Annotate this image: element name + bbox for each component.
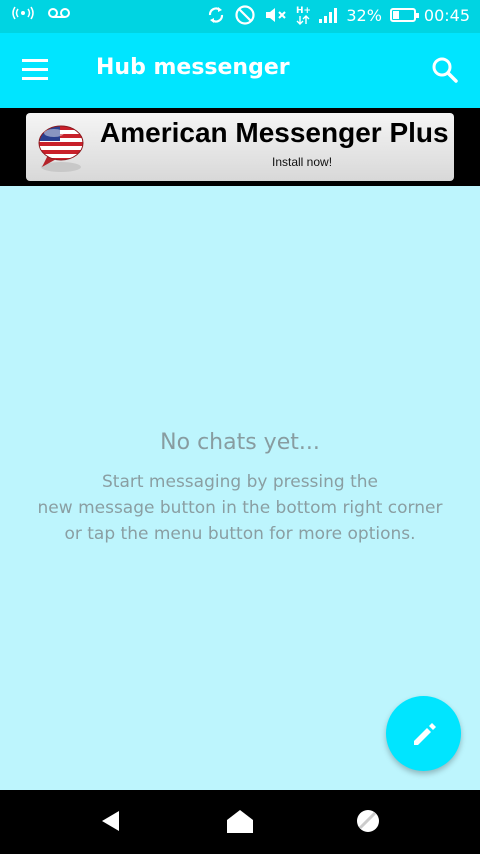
battery-percent: 32%	[346, 5, 382, 25]
search-icon[interactable]	[430, 55, 460, 85]
battery-level	[392, 11, 399, 19]
status-bar: H+ 32% 00:45	[0, 0, 480, 33]
home-icon[interactable]	[225, 808, 255, 838]
ad-install-link[interactable]: Install now!	[272, 155, 332, 169]
navigation-bar	[0, 790, 480, 854]
mute-icon	[264, 6, 288, 24]
voicemail-icon	[48, 7, 70, 19]
empty-state-line-2: new message button in the bottom right c…	[37, 498, 443, 518]
status-left-icons	[12, 6, 70, 20]
clock: 00:45	[423, 5, 470, 25]
signal-icon	[318, 7, 338, 23]
app-bar: Hub messenger	[0, 33, 480, 108]
status-right-icons: H+ 32% 00:45	[206, 4, 470, 26]
hamburger-menu-icon[interactable]	[22, 59, 48, 81]
app-title: Hub messenger	[96, 55, 290, 80]
sync-icon	[206, 5, 226, 25]
empty-state: No chats yet... Start messaging by press…	[0, 430, 480, 547]
do-not-disturb-icon	[234, 4, 256, 26]
empty-state-line-1: Start messaging by pressing the	[102, 472, 378, 492]
american-flag-chat-icon	[32, 117, 90, 177]
ad-card[interactable]: American Messenger Plus Install now!	[26, 113, 454, 181]
pencil-icon	[414, 723, 436, 745]
svg-text:H+: H+	[296, 6, 310, 16]
network-hplus-icon: H+	[296, 4, 310, 26]
recents-icon[interactable]	[355, 808, 385, 838]
wifi-hotspot-icon	[12, 6, 34, 20]
back-icon[interactable]	[98, 808, 128, 838]
ad-title: American Messenger Plus	[100, 117, 449, 148]
empty-state-line-3: or tap the menu button for more options.	[64, 524, 416, 544]
new-message-button[interactable]	[386, 696, 461, 771]
battery-charging-icon	[389, 8, 419, 22]
empty-state-title: No chats yet...	[160, 430, 320, 455]
ad-banner: American Messenger Plus Install now!	[0, 108, 480, 186]
